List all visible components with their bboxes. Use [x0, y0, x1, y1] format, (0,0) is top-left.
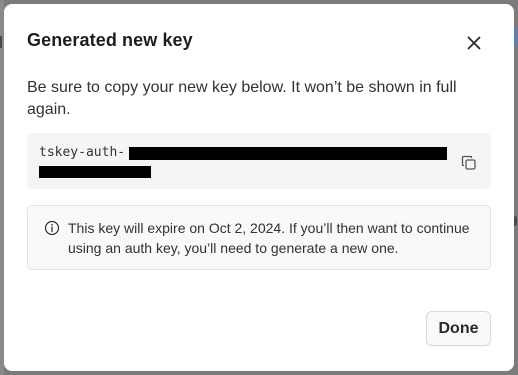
done-button[interactable]: Done — [426, 311, 491, 346]
copy-key-button[interactable] — [459, 153, 479, 173]
expiry-notice-text: This key will expire on Oct 2, 2024. If … — [68, 220, 470, 256]
copy-icon — [461, 155, 476, 170]
redacted-key-segment — [129, 147, 447, 160]
expiry-notice: This key will expire on Oct 2, 2024. If … — [27, 205, 491, 270]
redacted-key-segment — [39, 166, 151, 178]
key-prefix: tskey-auth- — [39, 145, 126, 160]
generated-key-dialog: Generated new key Be sure to copy your n… — [4, 4, 514, 371]
info-icon — [44, 220, 60, 236]
close-icon — [467, 36, 481, 50]
dialog-description: Be sure to copy your new key below. It w… — [27, 79, 457, 118]
key-display[interactable]: tskey-auth- — [27, 133, 491, 189]
close-button[interactable] — [462, 31, 486, 55]
dialog-title: Generated new key — [27, 30, 193, 50]
background-page-mark — [0, 36, 2, 48]
